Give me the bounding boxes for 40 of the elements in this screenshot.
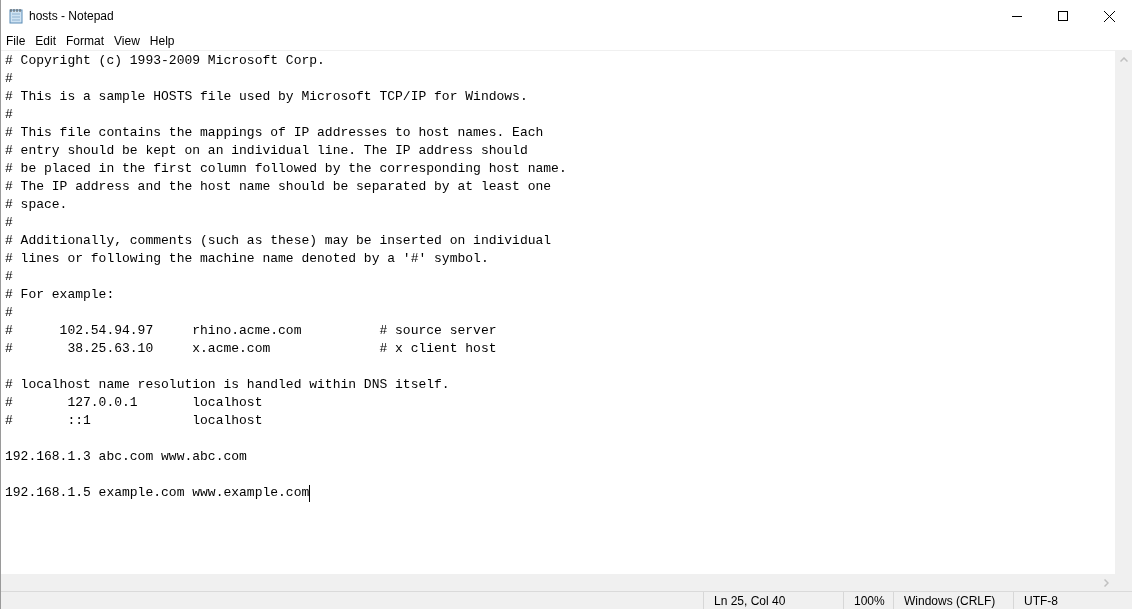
menu-item[interactable]: View bbox=[109, 32, 145, 50]
text-line: # localhost name resolution is handled within DNS itself. bbox=[5, 376, 450, 394]
close-icon bbox=[1103, 10, 1115, 22]
text-cursor bbox=[309, 484, 311, 502]
text-line: # bbox=[5, 70, 13, 88]
menu-item[interactable]: Format bbox=[61, 32, 110, 50]
text-line: # The IP address and the host name should be separated by at least one bbox=[5, 178, 552, 196]
text-line: # Additionally, comments (such as these) may be inserted on individual bbox=[5, 232, 552, 250]
text-line: # Copyright (c) 1993-2009 Microsoft Corp. bbox=[5, 52, 325, 70]
window-title: hosts - Notepad bbox=[29, 8, 114, 25]
text-line: # 127.0.0.1 localhost bbox=[5, 394, 263, 412]
text-line: # space. bbox=[5, 196, 68, 214]
status-text: Windows (CRLF) bbox=[904, 592, 996, 609]
scroll-right-icon[interactable] bbox=[1104, 578, 1109, 587]
menu-item[interactable]: File bbox=[1, 32, 31, 50]
text-line: # 102.54.94.97 rhino.acme.com # source server bbox=[5, 322, 497, 340]
text-line: # bbox=[5, 106, 13, 124]
scroll-up-icon[interactable] bbox=[1119, 57, 1128, 62]
text-line: # This file contains the mappings of IP addresses to host names. Each bbox=[5, 124, 544, 142]
menu-item[interactable]: Edit bbox=[30, 32, 62, 50]
text-line: # bbox=[5, 214, 13, 232]
text-line: # This is a sample HOSTS file used by Microsoft TCP/IP for Windows. bbox=[5, 88, 528, 106]
notepad-icon bbox=[8, 8, 24, 24]
text-line: # lines or following the machine name denoted by a '#' symbol. bbox=[5, 250, 489, 268]
text-line: # ::1 localhost bbox=[5, 412, 263, 430]
maximize-icon bbox=[1058, 11, 1068, 21]
text-line: # entry should be kept on an individual line. The IP address should bbox=[5, 142, 528, 160]
text-line: 192.168.1.5 example.com www.example.com bbox=[5, 484, 310, 502]
text-line: # be placed in the first column followed by the corresponding host name. bbox=[5, 160, 567, 178]
status-text: UTF-8 bbox=[1024, 592, 1058, 609]
text-line: # bbox=[5, 304, 13, 322]
horizontal-scrollbar[interactable] bbox=[1, 574, 1115, 591]
text-line: # 38.25.63.10 x.acme.com # x client host bbox=[5, 340, 497, 358]
vertical-scrollbar[interactable] bbox=[1115, 51, 1132, 574]
text-line: 192.168.1.3 abc.com www.abc.com bbox=[5, 448, 247, 466]
text-line: # For example: bbox=[5, 286, 115, 304]
menu-item[interactable]: Help bbox=[144, 32, 180, 50]
text-line: # bbox=[5, 268, 13, 286]
status-text: 100% bbox=[854, 592, 885, 609]
status-text: Ln 25, Col 40 bbox=[714, 592, 786, 609]
